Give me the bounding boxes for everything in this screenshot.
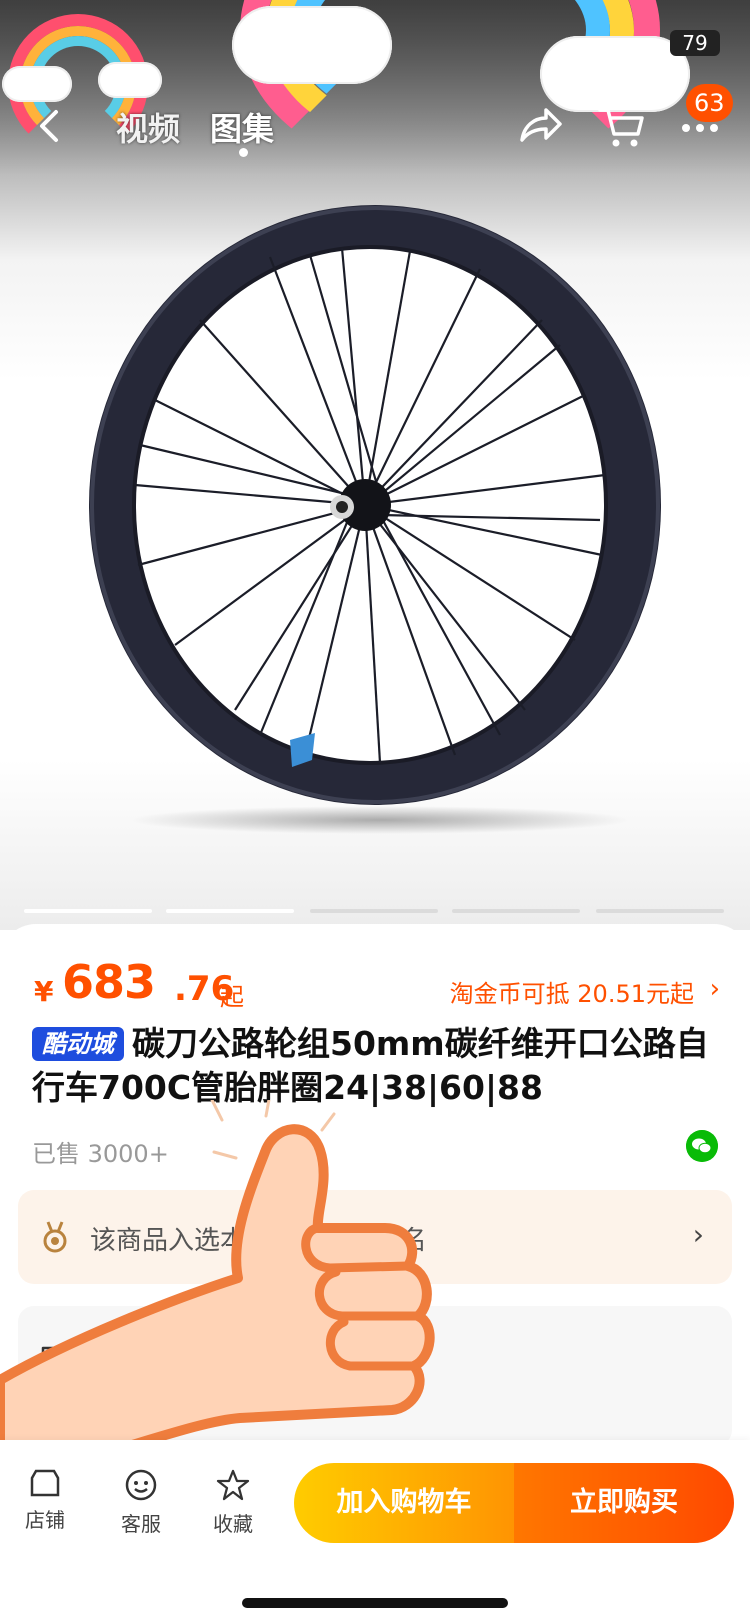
- gallery-progress-segment: [452, 909, 580, 913]
- gallery-progress-segment: [24, 909, 152, 913]
- shop-label: 店铺: [25, 1508, 65, 1532]
- add-to-cart-button[interactable]: 加入购物车: [294, 1463, 514, 1543]
- top-navigation-bar: 79 视频 图集 63: [0, 0, 750, 180]
- tab-video[interactable]: 视频: [116, 104, 180, 150]
- ranking-text: 该商品入选本店热卖榜·第1名: [90, 1226, 427, 1256]
- back-arrow-icon[interactable]: [30, 100, 70, 152]
- tab-gallery[interactable]: 图集: [210, 104, 274, 150]
- favorite-button[interactable]: 收藏: [198, 1468, 268, 1537]
- truck-icon: [41, 1346, 83, 1378]
- product-title: 酷动城 碳刀公路轮组50mm碳纤维开口公路自行车700C管胎胖圈24|38|60|…: [32, 1022, 722, 1110]
- buy-now-button[interactable]: 立即购买: [514, 1463, 734, 1543]
- taojinbi-discount-link[interactable]: 淘金币可抵 20.51元起: [450, 974, 694, 1009]
- price-currency: ¥: [34, 975, 54, 1008]
- sold-count: 已售 3000+: [32, 1140, 169, 1168]
- cart-icon[interactable]: [596, 100, 648, 152]
- product-image-carbon-wheel[interactable]: [80, 205, 680, 845]
- shop-button[interactable]: 店铺: [10, 1468, 80, 1533]
- share-icon[interactable]: [514, 100, 566, 152]
- shipping-info[interactable]: 福建: [18, 1306, 732, 1446]
- ship-from-location: 福建: [108, 1348, 161, 1378]
- star-icon: [216, 1469, 250, 1501]
- price-suffix: 起: [220, 983, 244, 1011]
- price-integer: 683: [62, 955, 156, 1009]
- chevron-right-icon[interactable]: ›: [710, 974, 720, 1004]
- shop-ranking-banner[interactable]: 该商品入选本店热卖榜·第1名 ›: [18, 1190, 732, 1284]
- cart-count-badge: 63: [686, 84, 733, 122]
- customer-service-icon: [125, 1469, 157, 1501]
- status-signal-number: 79: [670, 30, 720, 56]
- favorite-label: 收藏: [213, 1512, 253, 1536]
- chevron-right-icon: ›: [692, 1218, 704, 1251]
- gallery-progress-segment: [596, 909, 724, 913]
- customer-service-label: 客服: [121, 1512, 161, 1536]
- medal-icon: [43, 1221, 67, 1253]
- wechat-share-icon[interactable]: [686, 1130, 718, 1162]
- customer-service-button[interactable]: 客服: [106, 1468, 176, 1537]
- active-tab-indicator: [239, 148, 248, 157]
- product-title-text: 碳刀公路轮组50mm碳纤维开口公路自行车700C管胎胖圈24|38|60|88: [32, 1024, 709, 1107]
- gallery-progress-segment: [310, 909, 438, 913]
- home-indicator: [242, 1598, 508, 1608]
- gallery-progress-segment: [166, 909, 294, 913]
- shop-brand-tag: 酷动城: [32, 1027, 124, 1061]
- shop-icon: [30, 1469, 60, 1497]
